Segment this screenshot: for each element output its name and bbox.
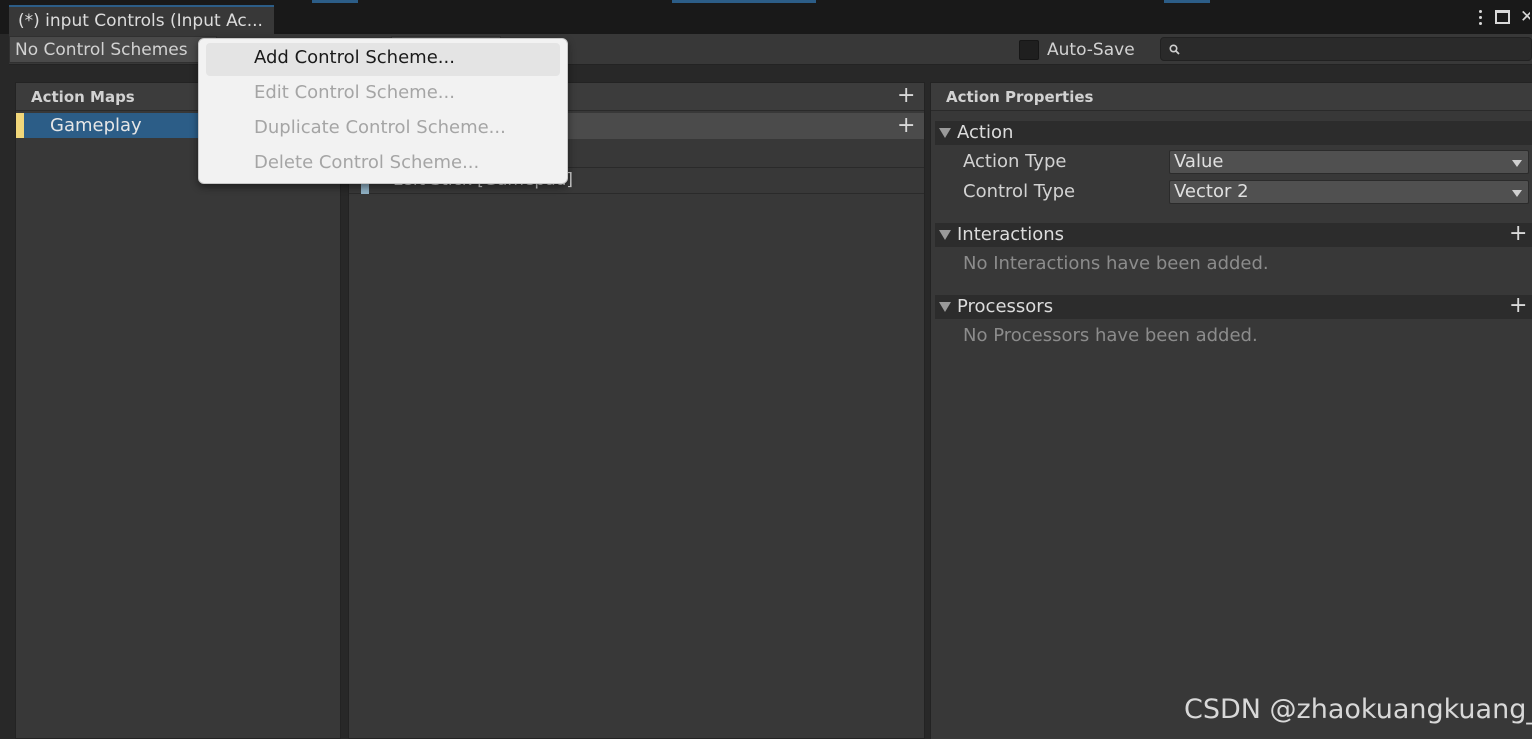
expand-triangle-icon bbox=[939, 302, 951, 312]
menu-item-label: Edit Control Scheme... bbox=[254, 82, 455, 103]
menu-item-edit-control-scheme[interactable]: Edit Control Scheme... bbox=[206, 78, 560, 111]
expand-triangle-icon bbox=[939, 230, 951, 240]
menu-item-delete-control-scheme[interactable]: Delete Control Scheme... bbox=[206, 148, 560, 181]
processors-section-title: Processors bbox=[957, 296, 1054, 317]
control-type-value: Vector 2 bbox=[1174, 181, 1249, 202]
auto-save-checkbox[interactable] bbox=[1019, 39, 1039, 60]
interactions-empty-note: No Interactions have been added. bbox=[963, 253, 1269, 274]
watermark: CSDN @zhaokuangkuang_ bbox=[1184, 694, 1532, 725]
chevron-down-icon bbox=[1512, 160, 1522, 167]
interactions-section-header[interactable]: Interactions + bbox=[935, 223, 1532, 247]
menu-item-label: Delete Control Scheme... bbox=[254, 152, 480, 173]
processors-empty-note: No Processors have been added. bbox=[963, 325, 1258, 346]
maximize-icon[interactable] bbox=[1495, 10, 1510, 24]
tab-strip-highlight bbox=[1164, 0, 1210, 3]
action-type-label: Action Type bbox=[963, 151, 1067, 172]
action-properties-header: Action Properties bbox=[931, 83, 1532, 111]
processors-section-header[interactable]: Processors + bbox=[935, 295, 1532, 319]
control-type-dropdown[interactable]: Vector 2 bbox=[1169, 180, 1529, 204]
menu-item-duplicate-control-scheme[interactable]: Duplicate Control Scheme... bbox=[206, 113, 560, 146]
menu-item-label: Add Control Scheme... bbox=[254, 47, 455, 68]
action-map-accent bbox=[16, 113, 24, 138]
window-tab[interactable]: (*) input Controls (Input Ac... bbox=[9, 5, 274, 34]
window-controls: ✕ bbox=[1477, 6, 1532, 28]
tab-strip-highlight bbox=[672, 0, 816, 3]
add-binding-icon[interactable]: + bbox=[897, 115, 915, 137]
interactions-section-title: Interactions bbox=[957, 224, 1065, 245]
action-maps-title: Action Maps bbox=[31, 88, 135, 106]
chevron-down-icon bbox=[1512, 190, 1522, 197]
search-input[interactable] bbox=[1160, 37, 1532, 61]
action-section-title: Action bbox=[957, 122, 1014, 143]
auto-save-toggle[interactable]: Auto-Save bbox=[1019, 36, 1135, 63]
tab-strip-highlight bbox=[312, 0, 358, 3]
editor-tab-strip: (*) input Controls (Input Ac... ✕ bbox=[0, 0, 1532, 34]
action-properties-title: Action Properties bbox=[946, 88, 1094, 106]
add-interaction-icon[interactable]: + bbox=[1509, 223, 1527, 245]
menu-item-add-control-scheme[interactable]: Add Control Scheme... bbox=[206, 43, 560, 76]
control-scheme-dropdown[interactable]: No Control Schemes bbox=[9, 36, 217, 63]
add-action-icon[interactable]: + bbox=[897, 85, 915, 107]
control-scheme-value: No Control Schemes bbox=[15, 40, 188, 60]
close-icon[interactable]: ✕ bbox=[1520, 9, 1530, 26]
control-type-label: Control Type bbox=[963, 181, 1076, 202]
action-map-label: Gameplay bbox=[50, 115, 142, 136]
action-type-dropdown[interactable]: Value bbox=[1169, 150, 1529, 174]
control-scheme-menu: Add Control Scheme... Edit Control Schem… bbox=[198, 38, 568, 184]
expand-triangle-icon bbox=[939, 128, 951, 138]
action-section-header[interactable]: Action bbox=[935, 121, 1532, 145]
menu-item-label: Duplicate Control Scheme... bbox=[254, 117, 506, 138]
search-icon bbox=[1169, 44, 1180, 55]
action-properties-panel: Action Properties Action Action Type Val… bbox=[930, 82, 1532, 739]
auto-save-label: Auto-Save bbox=[1047, 39, 1135, 60]
more-options-icon[interactable] bbox=[1477, 8, 1485, 26]
window-tab-title: (*) input Controls (Input Ac... bbox=[18, 11, 263, 31]
action-type-value: Value bbox=[1174, 151, 1224, 172]
add-processor-icon[interactable]: + bbox=[1509, 295, 1527, 317]
